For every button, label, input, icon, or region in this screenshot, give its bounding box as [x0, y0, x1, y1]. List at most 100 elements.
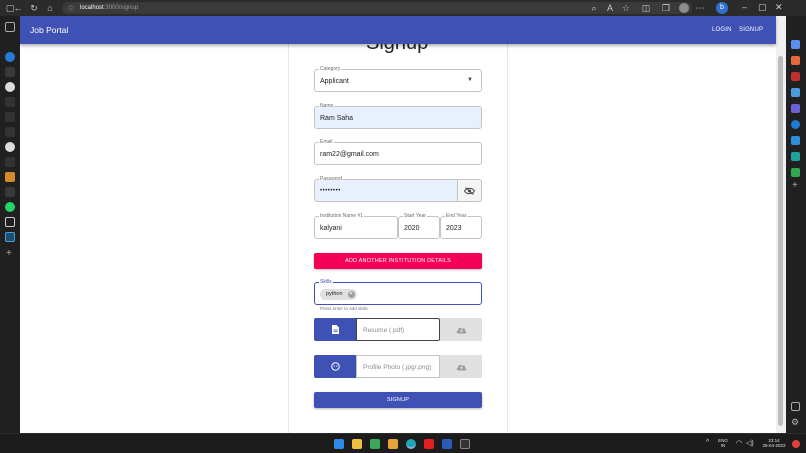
resume-placeholder: Resume (.pdf): [363, 327, 405, 334]
institution-value: kalyani: [320, 225, 342, 232]
start-year-label: Start Year: [403, 213, 427, 220]
dropdown-arrow-icon: ▼: [467, 77, 473, 83]
input-language[interactable]: ENG IN: [716, 438, 730, 448]
profile-photo-placeholder: Profile Photo (.jpg/.png): [363, 364, 432, 371]
document-icon: [331, 325, 339, 334]
youtube-icon[interactable]: [424, 439, 434, 449]
category-select[interactable]: Category Applicant ▼: [314, 66, 482, 92]
tab-actions-icon[interactable]: [5, 22, 15, 32]
password-field[interactable]: Password ••••••••: [314, 176, 458, 202]
word-icon[interactable]: [442, 439, 452, 449]
hide-sidebar-icon[interactable]: [791, 402, 800, 411]
institution-name-field[interactable]: Institution Name #1 kalyani: [314, 213, 398, 239]
collections-icon[interactable]: ❐: [660, 2, 672, 14]
visibility-off-icon: [464, 186, 475, 195]
tab-favicon-icon[interactable]: [5, 97, 15, 107]
browser-right-sidebar: + ⚙: [786, 16, 806, 433]
clock[interactable]: 23:14 28-04-2023: [760, 438, 788, 448]
url-path: :3000/signup: [103, 5, 139, 11]
tab-favicon-icon[interactable]: [5, 187, 15, 197]
resume-file-button[interactable]: [314, 318, 356, 341]
email-value: ram22@gmail.com: [320, 151, 379, 158]
url-host: localhost: [80, 5, 104, 11]
email-field[interactable]: Email ram22@gmail.com: [314, 139, 482, 165]
close-window-icon[interactable]: ✕: [775, 2, 783, 13]
profile-photo-upload-button[interactable]: [440, 355, 482, 378]
edge-icon[interactable]: [406, 439, 416, 449]
app-bar: Job Portal LOGIN SIGNUP: [20, 16, 776, 44]
home-icon[interactable]: ⌂: [44, 2, 56, 14]
new-tab-icon[interactable]: +: [6, 248, 12, 259]
tab-favicon-icon[interactable]: [5, 172, 15, 182]
profile-avatar[interactable]: [679, 3, 689, 13]
scroll-thumb[interactable]: [778, 56, 783, 426]
back-icon[interactable]: ←: [12, 2, 24, 14]
end-year-field[interactable]: End Year 2023: [440, 213, 482, 239]
github-icon[interactable]: [5, 142, 15, 152]
nav-login-button[interactable]: LOGIN: [712, 27, 732, 33]
add-sidebar-app-icon[interactable]: +: [792, 180, 798, 191]
end-year-label: End Year: [445, 213, 468, 220]
tab-favicon-icon[interactable]: [5, 127, 15, 137]
minimize-icon[interactable]: –: [742, 2, 747, 12]
volume-icon[interactable]: ◁): [746, 439, 754, 447]
profile-photo-file-button[interactable]: [314, 355, 356, 378]
refresh-icon[interactable]: ↻: [28, 2, 40, 14]
tab-favicon-icon[interactable]: [5, 67, 15, 77]
search-icon[interactable]: ⌕: [588, 2, 600, 14]
bing-chat-icon[interactable]: b: [716, 2, 728, 14]
email-label: Email: [319, 139, 334, 146]
favorites-icon[interactable]: ☆: [620, 2, 632, 14]
nav-signup-button[interactable]: SIGNUP: [739, 27, 763, 33]
skills-label: Skills: [319, 279, 333, 286]
sidebar-tool-icon[interactable]: [791, 72, 800, 81]
file-explorer-icon[interactable]: [352, 439, 362, 449]
tab-favicon-icon[interactable]: [5, 52, 15, 62]
more-options-icon[interactable]: ⋯: [694, 2, 706, 14]
tab-favicon-icon[interactable]: [5, 112, 15, 122]
sidebar-tool-icon[interactable]: [791, 152, 800, 161]
brand-title[interactable]: Job Portal: [30, 25, 68, 35]
sidebar-tool-icon[interactable]: [791, 40, 800, 49]
tab-favicon-icon[interactable]: [5, 157, 15, 167]
resume-input[interactable]: Resume (.pdf): [356, 318, 440, 341]
name-field[interactable]: Name Ram Saha: [314, 103, 482, 129]
maximize-icon[interactable]: ▢: [758, 2, 767, 13]
tray-chevron-icon[interactable]: ^: [706, 439, 709, 446]
signup-submit-button[interactable]: SIGNUP: [314, 392, 482, 408]
resume-upload-row: Resume (.pdf): [314, 318, 482, 341]
sidebar-tool-icon[interactable]: [791, 136, 800, 145]
sidebar-tool-icon[interactable]: [791, 104, 800, 113]
resume-upload-button[interactable]: [440, 318, 482, 341]
app-icon[interactable]: [370, 439, 380, 449]
skill-chip[interactable]: python ✕: [320, 289, 357, 300]
split-screen-icon[interactable]: ◫: [640, 2, 652, 14]
whatsapp-icon[interactable]: [5, 202, 15, 212]
skills-input[interactable]: Skills python ✕: [314, 279, 482, 305]
settings-icon[interactable]: ⚙: [791, 417, 799, 428]
page-viewport: Job Portal LOGIN SIGNUP Signup Category …: [20, 16, 786, 433]
region-code: IN: [720, 443, 726, 448]
app-icon[interactable]: [388, 439, 398, 449]
skills-helper-text: Press enter to add skills: [320, 306, 368, 311]
active-tab-icon[interactable]: [5, 232, 15, 242]
name-label: Name: [319, 103, 335, 110]
profile-photo-input[interactable]: Profile Photo (.jpg/.png): [356, 355, 440, 378]
terminal-icon[interactable]: [460, 439, 470, 449]
remove-chip-icon[interactable]: ✕: [347, 291, 355, 298]
notification-badge[interactable]: [792, 440, 800, 448]
toggle-password-visibility-button[interactable]: [458, 179, 482, 202]
start-year-value: 2020: [404, 225, 420, 232]
outlook-icon[interactable]: [791, 120, 800, 129]
read-aloud-icon[interactable]: A: [604, 2, 616, 14]
sidebar-tool-icon[interactable]: [791, 56, 800, 65]
wifi-icon[interactable]: ◠: [736, 439, 742, 447]
sidebar-tool-icon[interactable]: [791, 88, 800, 97]
sidebar-tool-icon[interactable]: [791, 168, 800, 177]
add-institution-button[interactable]: ADD ANOTHER INSTITUTION DETAILS: [314, 253, 482, 269]
github-icon[interactable]: [5, 82, 15, 92]
page-scrollbar[interactable]: [776, 16, 786, 433]
document-icon[interactable]: [5, 217, 15, 227]
start-icon[interactable]: [334, 439, 344, 449]
start-year-field[interactable]: Start Year 2020: [398, 213, 440, 239]
